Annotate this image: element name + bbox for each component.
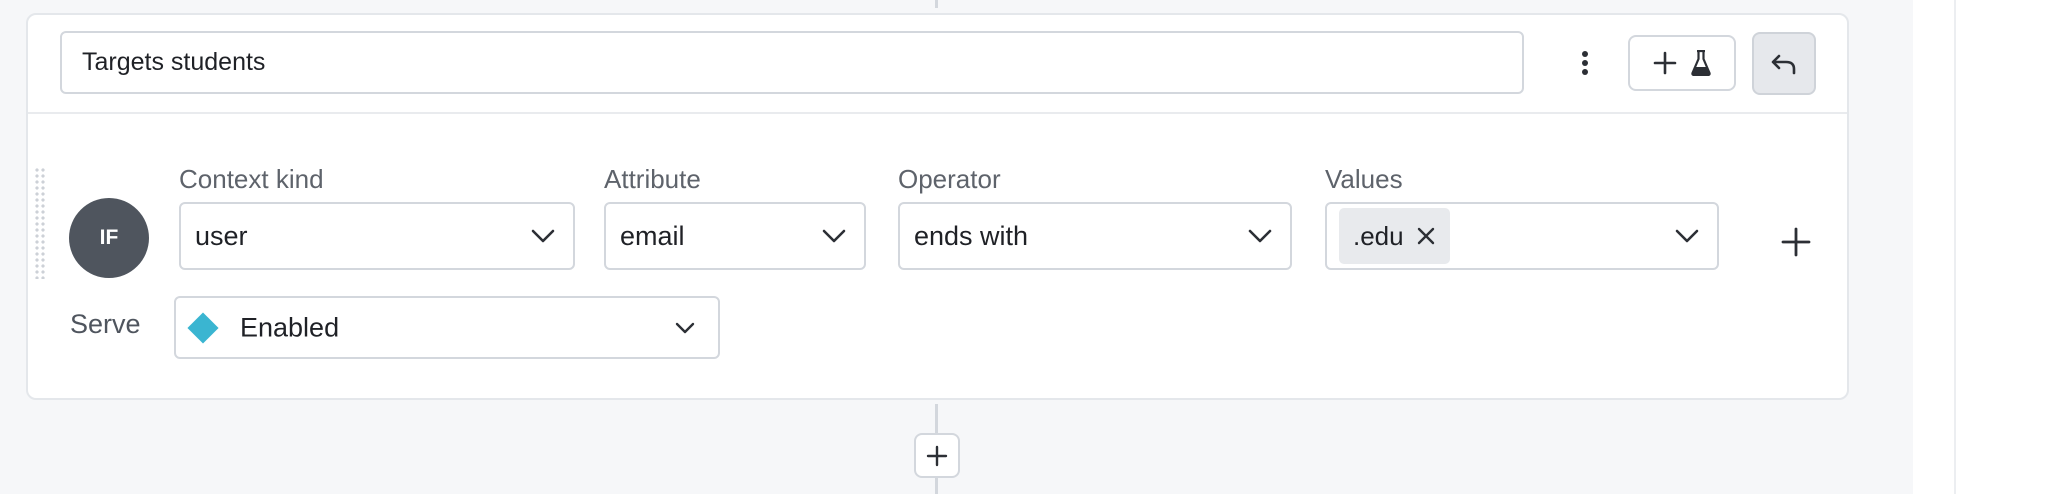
add-rule-button[interactable]: [914, 433, 960, 478]
plus-icon: [1781, 227, 1811, 257]
attribute-label: Attribute: [604, 164, 701, 194]
operator-label: Operator: [898, 164, 1001, 194]
values-select[interactable]: .edu: [1325, 202, 1719, 270]
plus-icon: [926, 445, 948, 466]
operator-value: ends with: [914, 220, 1029, 251]
plus-icon: [1653, 51, 1677, 75]
context-kind-value: user: [195, 220, 248, 251]
add-test-button[interactable]: [1628, 35, 1736, 91]
value-chip-text: .edu: [1353, 220, 1404, 251]
rule-menu-button[interactable]: [1562, 35, 1608, 91]
targeting-rule-card: Targets students IF Context kind user At…: [26, 13, 1849, 400]
rule-name-text: Targets students: [82, 48, 266, 76]
add-clause-button[interactable]: [1776, 222, 1816, 262]
flask-icon: [1691, 50, 1711, 76]
chevron-down-icon: [822, 229, 846, 243]
more-vertical-icon: [1582, 51, 1588, 75]
context-kind-label: Context kind: [179, 164, 324, 194]
values-label: Values: [1325, 164, 1403, 194]
attribute-select[interactable]: email: [604, 202, 866, 270]
context-kind-select[interactable]: user: [179, 202, 575, 270]
serve-value: Enabled: [240, 312, 340, 342]
serve-label: Serve: [70, 309, 141, 339]
chevron-down-icon: [531, 229, 555, 243]
undo-icon: [1771, 54, 1796, 74]
flow-connector: [935, 0, 938, 8]
rule-name-input[interactable]: Targets students: [60, 31, 1524, 94]
chevron-down-icon: [675, 322, 695, 333]
rule-header: Targets students: [28, 15, 1847, 114]
operator-select[interactable]: ends with: [898, 202, 1292, 270]
flow-connector: [935, 478, 938, 494]
drag-handle[interactable]: [34, 167, 46, 279]
if-badge: IF: [69, 198, 149, 278]
right-panel: [1913, 0, 2072, 494]
attribute-value: email: [620, 220, 685, 251]
chevron-down-icon: [1675, 229, 1699, 243]
chevron-down-icon: [1248, 229, 1272, 243]
panel-divider: [1954, 0, 1956, 494]
serve-variation-select[interactable]: Enabled: [174, 296, 720, 359]
close-icon[interactable]: [1416, 226, 1436, 246]
undo-button[interactable]: [1752, 32, 1816, 95]
variation-diamond-icon: [187, 311, 219, 344]
value-chip: .edu: [1339, 208, 1450, 264]
